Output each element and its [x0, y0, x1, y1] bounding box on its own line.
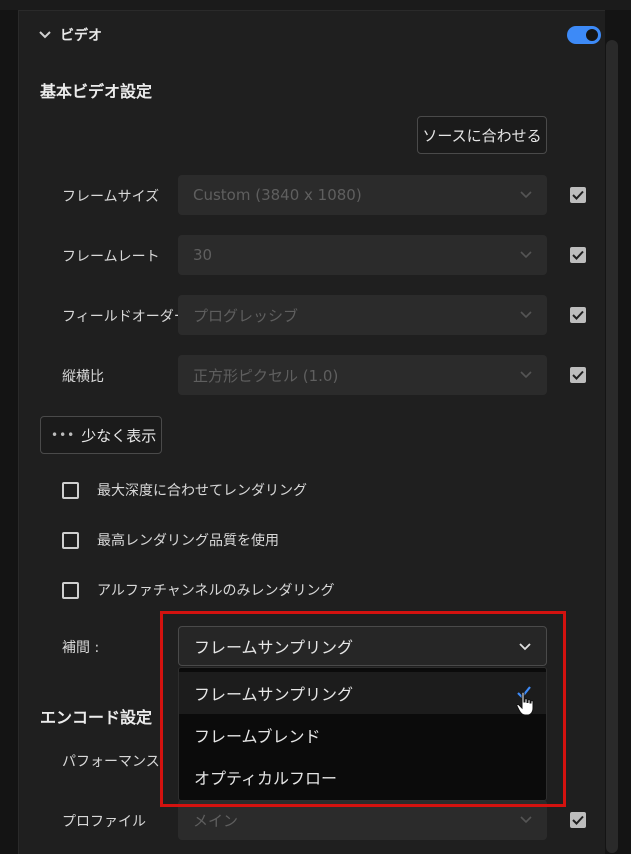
chevron-down-icon [520, 816, 532, 824]
aspect-ratio-value: 正方形ピクセル (1.0) [193, 366, 339, 385]
basic-video-heading: 基本ビデオ設定 [40, 82, 153, 101]
scrollbar[interactable] [606, 40, 618, 853]
frame-rate-select[interactable]: 30 [178, 235, 547, 275]
chevron-down-icon [520, 311, 532, 319]
max-depth-label: 最大深度に合わせてレンダリング [97, 483, 307, 499]
show-less-label: 少なく表示 [81, 426, 157, 445]
aspect-ratio-select[interactable]: 正方形ピクセル (1.0) [178, 355, 547, 395]
show-less-button[interactable]: ••• 少なく表示 [40, 416, 162, 454]
chevron-down-icon [520, 251, 532, 259]
max-quality-checkbox[interactable] [62, 531, 79, 549]
field-order-select[interactable]: プログレッシブ [178, 295, 547, 335]
more-dots-icon: ••• [51, 428, 76, 442]
frame-size-value: Custom (3840 x 1080) [193, 186, 362, 204]
option-max-depth[interactable]: 最大深度に合わせてレンダリング [62, 480, 307, 500]
frame-rate-value: 30 [193, 246, 213, 264]
frame-size-label: フレームサイズ [62, 189, 160, 205]
match-source-button[interactable]: ソースに合わせる [417, 116, 547, 154]
encode-settings-heading: エンコード設定 [40, 708, 153, 727]
max-depth-checkbox[interactable] [62, 481, 79, 499]
interpolation-label: 補間 : [62, 640, 100, 656]
top-border [0, 0, 631, 10]
chevron-down-icon [520, 371, 532, 379]
frame-rate-checkbox[interactable] [570, 247, 586, 263]
chevron-down-icon [520, 191, 532, 199]
aspect-ratio-checkbox[interactable] [570, 367, 586, 383]
alpha-only-checkbox[interactable] [62, 581, 79, 599]
profile-checkbox[interactable] [570, 812, 586, 828]
section-header-video[interactable]: ビデオ [36, 22, 102, 48]
field-order-checkbox[interactable] [570, 307, 586, 323]
field-order-value: プログレッシブ [193, 306, 299, 325]
max-quality-label: 最高レンダリング品質を使用 [97, 533, 279, 549]
profile-label: プロファイル [62, 814, 146, 830]
frame-size-select[interactable]: Custom (3840 x 1080) [178, 175, 547, 215]
frame-size-checkbox[interactable] [570, 187, 586, 203]
option-alpha-only[interactable]: アルファチャンネルのみレンダリング [62, 580, 334, 600]
profile-value: メイン [193, 811, 239, 830]
frame-rate-label: フレームレート [62, 249, 160, 265]
chevron-down-icon[interactable] [36, 26, 54, 44]
performance-label: パフォーマンス [62, 754, 160, 770]
option-max-quality[interactable]: 最高レンダリング品質を使用 [62, 530, 279, 550]
highlight-annotation-box [160, 611, 566, 807]
video-enable-toggle[interactable] [567, 26, 601, 44]
field-order-label: フィールドオーダー [62, 309, 188, 325]
alpha-only-label: アルファチャンネルのみレンダリング [97, 583, 335, 599]
aspect-ratio-label: 縦横比 [62, 369, 104, 385]
section-title: ビデオ [60, 28, 102, 44]
